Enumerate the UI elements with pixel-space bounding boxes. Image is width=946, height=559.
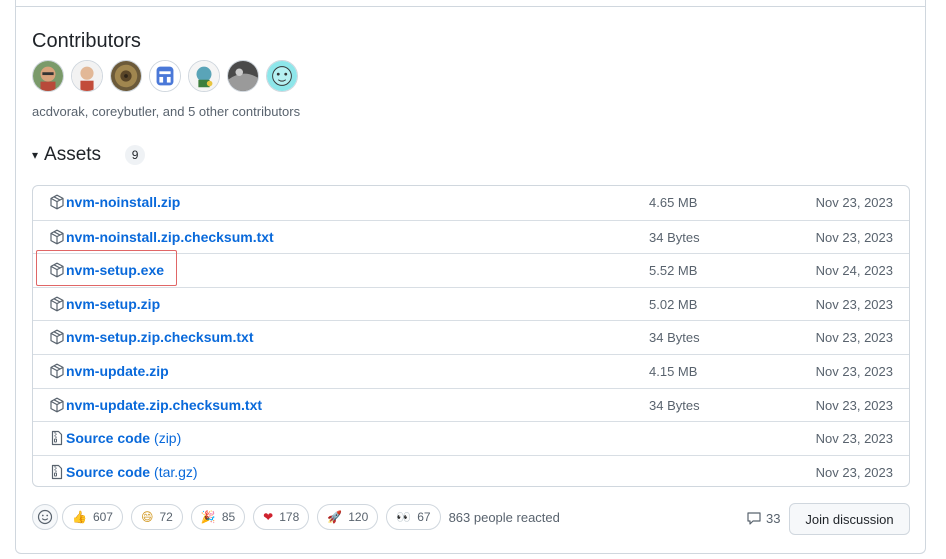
asset-row: nvm-setup.zip.checksum.txt 34 Bytes Nov … [33,320,909,354]
asset-date: Nov 23, 2023 [815,229,893,245]
reaction-thumbs-up[interactable]: 👍 607 [62,504,123,530]
asset-row: nvm-setup.exe 5.52 MB Nov 24, 2023 [33,253,909,287]
asset-item: nvm-update.zip.checksum.txt [49,397,262,413]
caret-down-icon: ▾ [32,148,39,162]
avatar-contributor-4[interactable] [149,60,181,92]
avatar-coreybutler[interactable] [71,60,103,92]
asset-download-link[interactable]: nvm-setup.exe [66,262,164,278]
reaction-count: 178 [279,510,300,524]
asset-row: nvm-update.zip 4.15 MB Nov 23, 2023 [33,353,909,388]
asset-date: Nov 23, 2023 [815,397,893,413]
discussion-comments-link[interactable]: 33 [746,510,780,526]
asset-date: Nov 23, 2023 [815,195,893,210]
asset-download-link[interactable]: nvm-update.zip.checksum.txt [66,397,262,413]
asset-item: nvm-setup.exe [49,262,164,278]
thumbs-up-icon: 👍 [72,510,87,524]
asset-size: 34 Bytes [649,397,700,413]
file-zip-icon [49,430,65,446]
asset-download-link[interactable]: nvm-noinstall.zip.checksum.txt [66,229,274,245]
asset-date: Nov 23, 2023 [815,363,893,379]
avatar-contributor-7[interactable] [266,60,298,92]
contributors-avatars [32,60,298,92]
asset-row: Source code (zip) Nov 23, 2023 [33,421,909,455]
package-icon [49,262,65,278]
asset-item: nvm-setup.zip.checksum.txt [49,329,254,345]
package-icon [49,229,65,245]
reactions-bar: 👍 607 😄 72 🎉 85 ❤ 178 🚀 120 👀 67 863 peo… [32,504,560,530]
reaction-count: 120 [348,510,369,524]
asset-row: nvm-noinstall.zip.checksum.txt 34 Bytes … [33,219,909,254]
asset-date: Nov 24, 2023 [815,263,893,279]
avatar-acdvorak[interactable] [32,60,64,92]
reaction-count: 85 [221,510,236,524]
reactions-summary: 863 people reacted [448,509,560,525]
asset-format: (tar.gz) [154,463,198,480]
heart-icon: ❤ [263,510,274,524]
asset-item: nvm-update.zip [49,363,169,379]
reaction-laugh[interactable]: 😄 72 [130,504,183,530]
package-icon [49,329,65,345]
join-discussion-button[interactable]: Join discussion [789,503,910,535]
discussion-count: 33 [766,510,781,526]
asset-size: 34 Bytes [649,330,700,346]
package-icon [49,397,65,413]
asset-size: 5.02 MB [649,296,698,312]
laugh-icon: 😄 [140,510,154,524]
reaction-hooray[interactable]: 🎉 85 [190,504,246,530]
asset-size: 5.52 MB [649,263,698,279]
asset-row: nvm-update.zip.checksum.txt 34 Bytes Nov… [33,387,909,422]
file-zip-icon [49,464,65,480]
reaction-count: 72 [159,510,173,524]
package-icon [49,296,65,312]
asset-row: nvm-noinstall.zip 4.65 MB Nov 23, 2023 [33,186,909,220]
asset-download-link[interactable]: nvm-setup.zip [66,296,160,312]
asset-row: Source code (tar.gz) Nov 23, 2023 [33,454,909,486]
add-reaction-button[interactable] [32,504,58,530]
avatar-contributor-3[interactable] [110,60,142,92]
contributors-heading: Contributors [32,30,141,52]
package-icon [49,194,65,210]
reaction-count: 67 [417,510,431,524]
reaction-count: 607 [92,510,113,524]
asset-date: Nov 23, 2023 [815,431,893,447]
hooray-icon: 🎉 [200,510,216,524]
asset-date: Nov 23, 2023 [815,330,893,346]
package-icon [49,363,65,379]
asset-row: nvm-setup.zip 5.02 MB Nov 23, 2023 [33,286,909,321]
asset-item: nvm-setup.zip [49,296,160,312]
release-card: Contributors acdvorak, coreybutler, and … [15,0,926,554]
reaction-heart[interactable]: ❤ 178 [253,504,310,530]
source-targz-link[interactable]: Source code [66,464,150,480]
assets-list: nvm-noinstall.zip 4.65 MB Nov 23, 2023 n… [32,185,910,487]
asset-size: 34 Bytes [649,229,700,245]
asset-size: 4.15 MB [649,363,698,379]
rocket-icon: 🚀 [327,510,343,524]
asset-download-link[interactable]: nvm-update.zip [66,363,169,379]
asset-item: nvm-noinstall.zip.checksum.txt [49,229,274,245]
avatar-contributor-5[interactable] [188,60,220,92]
asset-item: nvm-noinstall.zip [49,194,180,210]
asset-download-link[interactable]: nvm-setup.zip.checksum.txt [66,329,254,345]
asset-date: Nov 23, 2023 [815,296,893,312]
asset-format: (zip) [154,430,182,447]
divider [16,6,925,7]
asset-size: 4.65 MB [649,195,698,210]
reaction-eyes[interactable]: 👀 67 [386,504,441,530]
asset-download-link[interactable]: nvm-noinstall.zip [66,194,180,210]
source-zip-link[interactable]: Source code [66,430,150,446]
comment-icon [747,512,761,525]
reaction-rocket[interactable]: 🚀 120 [317,504,379,530]
eyes-icon: 👀 [396,510,412,524]
asset-date: Nov 23, 2023 [815,464,893,480]
assets-toggle[interactable]: ▾ Assets 9 [32,144,146,166]
avatar-contributor-6[interactable] [227,60,259,92]
assets-heading: Assets [44,144,102,165]
contributors-summary: acdvorak, coreybutler, and 5 other contr… [32,104,301,119]
asset-item: Source code (tar.gz) [49,464,198,480]
assets-count-badge: 9 [125,145,146,165]
smiley-icon [37,509,53,525]
asset-item: Source code (zip) [49,430,181,446]
